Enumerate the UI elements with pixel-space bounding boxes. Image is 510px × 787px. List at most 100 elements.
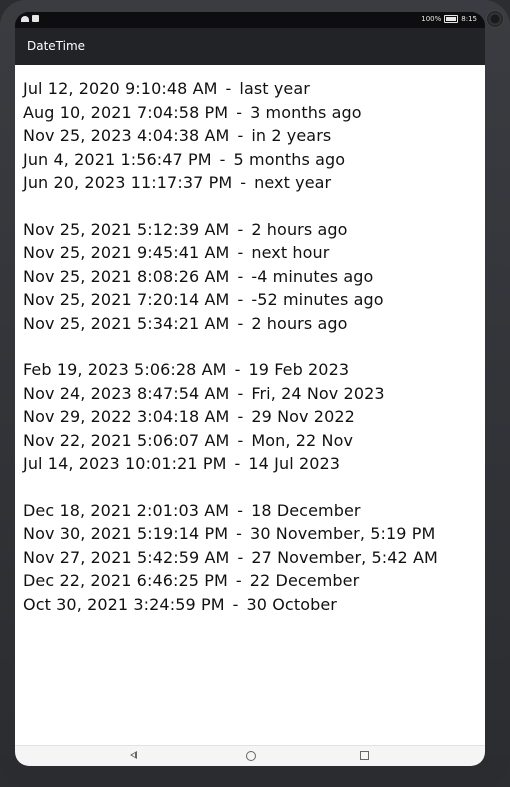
relative-date: 27 November, 5:42 AM (251, 547, 438, 567)
absolute-date: Jun 4, 2021 1:56:47 PM (23, 149, 212, 169)
separator: - (225, 79, 232, 98)
absolute-date: Dec 18, 2021 2:01:03 AM (23, 500, 230, 520)
wifi-icon (21, 15, 29, 22)
relative-date: 2 hours ago (251, 219, 348, 239)
separator: - (237, 500, 244, 520)
relative-date: -52 minutes ago (251, 290, 384, 309)
absolute-date: Nov 25, 2021 5:34:21 AM (23, 313, 230, 333)
separator: - (237, 430, 244, 450)
date-row: Nov 25, 2021 5:12:39 AM -2 hours ago (23, 218, 481, 242)
main-content: Jul 12, 2020 9:10:48 AM - last year Aug 10,… (15, 65, 485, 746)
relative-date: last year (239, 79, 310, 98)
separator: - (236, 102, 243, 122)
separator: - (240, 173, 247, 192)
separator: - (234, 454, 241, 473)
date-group: Dec 18, 2021 2:01:03 AM -18 December Nov 3… (23, 499, 481, 617)
relative-date: 22 December (249, 571, 360, 590)
date-row: Nov 25, 2021 7:20:14 AM - -52 minutes ago (23, 288, 481, 312)
app-title: DateTime (27, 39, 86, 53)
absolute-date: Jul 12, 2020 9:10:48 AM (23, 79, 218, 98)
date-row: Nov 25, 2021 5:34:21 AM -2 hours ago (23, 312, 481, 336)
separator: - (237, 243, 244, 262)
notification-icon (32, 15, 39, 22)
date-row: Nov 25, 2023 4:04:38 AM - in 2 years (23, 124, 481, 148)
relative-date: 19 Feb 2023 (248, 360, 350, 379)
relative-date: Fri, 24 Nov 2023 (251, 383, 385, 403)
date-group: Feb 19, 2023 5:06:28 AM -19 Feb 2023 Nov 2… (23, 358, 481, 476)
absolute-date: Oct 30, 2021 3:24:59 PM (23, 594, 225, 614)
system-nav-bar (15, 745, 485, 766)
separator: - (237, 219, 244, 239)
absolute-date: Nov 24, 2023 8:47:54 AM (23, 383, 230, 403)
relative-date: 30 November, 5:19 PM (250, 524, 436, 543)
separator: - (234, 360, 241, 379)
recents-icon[interactable] (360, 751, 369, 760)
app-bar: DateTime (15, 28, 485, 65)
back-icon[interactable] (130, 751, 137, 759)
separator: - (237, 407, 244, 426)
date-row: Aug 10, 2021 7:04:58 PM -3 months ago (23, 101, 481, 125)
absolute-date: Aug 10, 2021 7:04:58 PM (23, 102, 229, 122)
separator: - (237, 313, 244, 333)
relative-date: in 2 years (251, 126, 332, 145)
absolute-date: Nov 29, 2022 3:04:18 AM (23, 407, 230, 426)
date-row: Dec 18, 2021 2:01:03 AM -18 December (23, 499, 481, 523)
battery-icon (444, 15, 459, 23)
relative-date: 29 Nov 2022 (251, 407, 355, 426)
absolute-date: Dec 22, 2021 6:46:25 PM (23, 571, 228, 590)
relative-date: 3 months ago (250, 102, 362, 122)
date-row: Nov 25, 2021 8:08:26 AM - -4 minutes ago (23, 265, 481, 289)
separator: - (232, 594, 239, 614)
separator: - (237, 547, 244, 567)
relative-date: 14 Jul 2023 (248, 454, 341, 473)
date-group: Jul 12, 2020 9:10:48 AM - last year Aug 10,… (23, 77, 481, 195)
status-bar: 100% 8:15 (15, 12, 485, 28)
date-row: Oct 30, 2021 3:24:59 PM -30 October (23, 593, 481, 617)
absolute-date: Nov 22, 2021 5:06:07 AM (23, 430, 230, 450)
absolute-date: Nov 25, 2021 9:45:41 AM (23, 243, 230, 262)
absolute-date: Nov 25, 2021 7:20:14 AM (23, 290, 230, 309)
relative-date: next year (254, 173, 332, 192)
separator: - (237, 126, 244, 145)
date-row: Feb 19, 2023 5:06:28 AM -19 Feb 2023 (23, 358, 481, 382)
separator: - (237, 266, 244, 286)
separator: - (236, 524, 243, 543)
relative-date: 18 December (251, 500, 361, 520)
absolute-date: Nov 25, 2021 5:12:39 AM (23, 219, 230, 239)
absolute-date: Nov 25, 2023 4:04:38 AM (23, 126, 230, 145)
relative-date: Mon, 22 Nov (251, 430, 354, 450)
front-camera-icon (486, 10, 504, 28)
relative-date: next hour (251, 243, 330, 262)
absolute-date: Nov 27, 2021 5:42:59 AM (23, 547, 230, 567)
absolute-date: Nov 25, 2021 8:08:26 AM (23, 266, 230, 286)
screen: 100% 8:15 DateTime Jul 12, 2020 9:10:48 … (15, 12, 485, 766)
tablet-frame: 100% 8:15 DateTime Jul 12, 2020 9:10:48 … (0, 0, 510, 787)
date-row: Jul 14, 2023 10:01:21 PM -14 Jul 2023 (23, 452, 481, 476)
date-row: Jun 4, 2021 1:56:47 PM -5 months ago (23, 148, 481, 172)
date-row: Nov 22, 2021 5:06:07 AM - Mon, 22 Nov (23, 429, 481, 453)
date-row: Nov 27, 2021 5:42:59 AM -27 November, 5:4… (23, 546, 481, 570)
home-icon[interactable] (246, 751, 256, 761)
relative-date: 5 months ago (233, 149, 346, 169)
battery-percent: 100% (421, 15, 442, 23)
relative-date: 30 October (246, 594, 337, 614)
status-time: 8:15 (461, 15, 477, 23)
date-group: Nov 25, 2021 5:12:39 AM -2 hours ago Nov 2… (23, 218, 481, 336)
absolute-date: Nov 30, 2021 5:19:14 PM (23, 524, 229, 543)
relative-date: -4 minutes ago (251, 266, 374, 286)
date-row: Nov 24, 2023 8:47:54 AM - Fri, 24 Nov 2023 (23, 382, 481, 406)
date-row: Nov 25, 2021 9:45:41 AM - next hour (23, 241, 481, 265)
absolute-date: Jun 20, 2023 11:17:37 PM (23, 173, 233, 192)
date-row: Dec 22, 2021 6:46:25 PM -22 December (23, 569, 481, 593)
date-row: Jun 20, 2023 11:17:37 PM - next year (23, 171, 481, 195)
relative-date: 2 hours ago (251, 313, 348, 333)
separator: - (237, 383, 244, 403)
separator: - (235, 571, 242, 590)
date-row: Nov 29, 2022 3:04:18 AM -29 Nov 2022 (23, 405, 481, 429)
date-row: Jul 12, 2020 9:10:48 AM - last year (23, 77, 481, 101)
absolute-date: Jul 14, 2023 10:01:21 PM (23, 454, 227, 473)
date-list: Jul 12, 2020 9:10:48 AM - last year Aug 10,… (23, 77, 481, 639)
status-icons-right: 100% 8:15 (421, 15, 477, 23)
separator: - (237, 290, 244, 309)
absolute-date: Feb 19, 2023 5:06:28 AM (23, 360, 227, 379)
